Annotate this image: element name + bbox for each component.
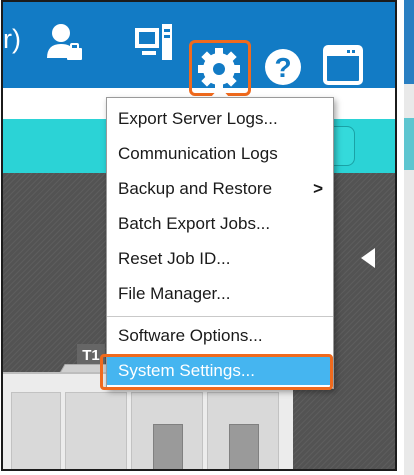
menu-item-label: Backup and Restore [118,179,273,198]
svg-text:?: ? [274,52,291,83]
adjacent-tab-bar [404,118,414,170]
printer-panel [65,392,127,469]
adjacent-header [404,0,414,84]
computer-icon[interactable] [134,24,174,67]
menu-item-backup-restore[interactable]: Backup and Restore > [107,173,333,205]
menu-item-label: Software Options... [118,326,263,345]
menu-item-batch-export-jobs[interactable]: Batch Export Jobs... [107,208,333,240]
top-toolbar: r) ? [3,2,395,96]
user-name-partial: r) [3,24,21,54]
user-admin-icon[interactable] [47,22,83,67]
menu-item-label: Reset Job ID... [118,249,231,268]
adjacent-window-edge [404,0,414,475]
menu-item-file-manager[interactable]: File Manager... [107,278,333,310]
menu-item-label: File Manager... [118,284,231,303]
menu-item-label: Export Server Logs... [118,109,278,128]
printer-slot [153,424,183,469]
help-icon[interactable]: ? [263,47,303,92]
menu-item-export-server-logs[interactable]: Export Server Logs... [107,103,333,135]
submenu-arrow-icon: > [313,179,323,198]
system-settings-highlight-box [100,354,333,390]
menu-separator [107,316,333,317]
menu-item-label: Communication Logs [118,144,278,163]
menu-item-reset-job-id[interactable]: Reset Job ID... [107,243,333,275]
menu-item-label: Batch Export Jobs... [118,214,271,233]
printer-panel [11,392,61,469]
menu-item-software-options[interactable]: Software Options... [107,320,333,352]
window-icon[interactable] [323,45,363,90]
printer-slot [229,424,259,469]
collapse-arrow-icon[interactable] [361,248,375,268]
settings-menu: Export Server Logs... Communication Logs… [106,97,334,389]
menu-item-communication-logs[interactable]: Communication Logs [107,138,333,170]
